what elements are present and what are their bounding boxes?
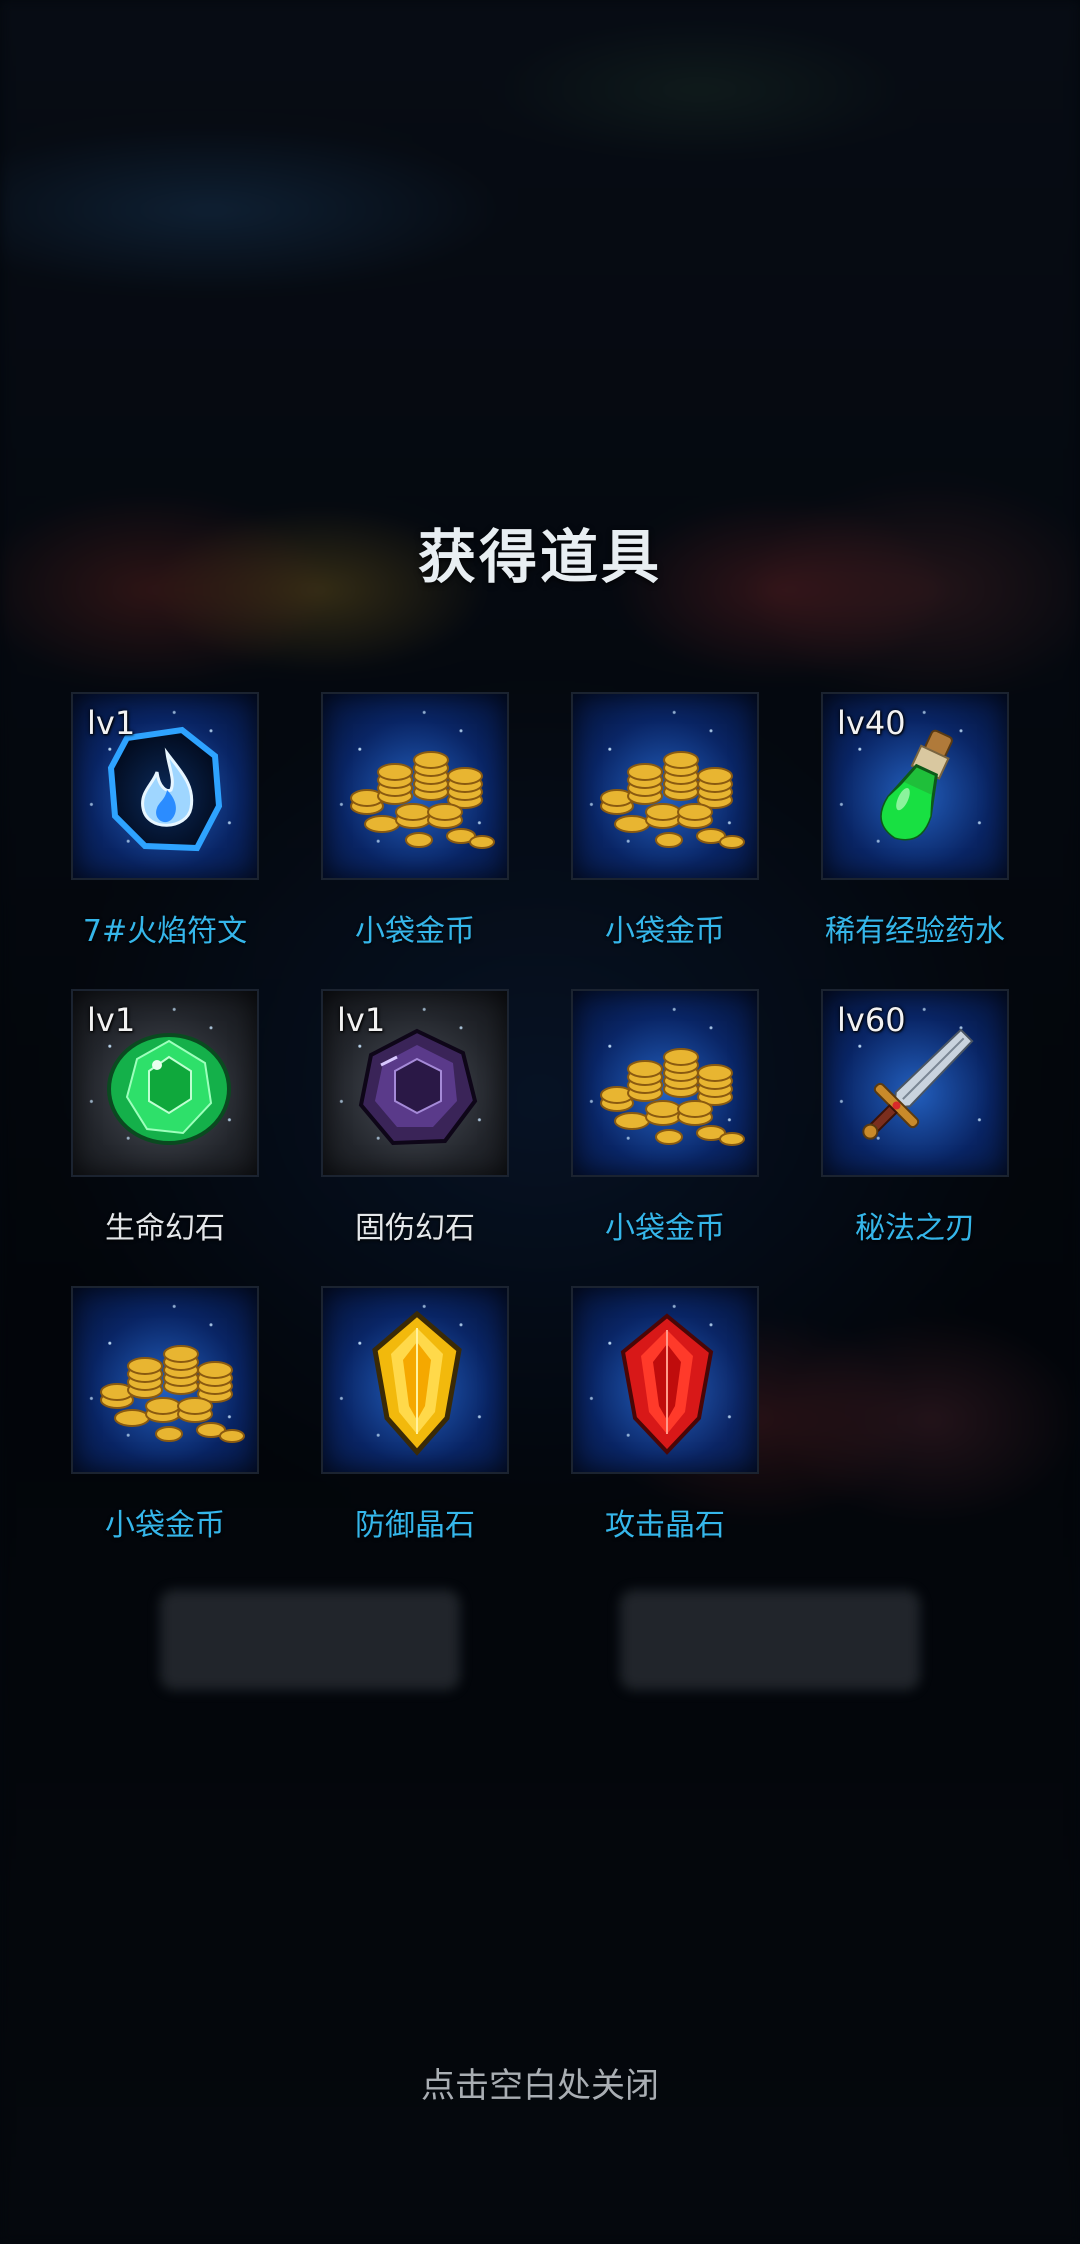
gold-coins-icon	[100, 1345, 245, 1443]
reward-item-gold-coins[interactable]: 小袋金币	[40, 1286, 290, 1544]
item-name: 小袋金币	[605, 1211, 725, 1246]
item-tile: lv1	[321, 989, 509, 1177]
item-tile: lv1	[71, 989, 259, 1177]
reward-item-gold-coins[interactable]: 小袋金币	[540, 989, 790, 1247]
item-name: 秘法之刃	[855, 1211, 975, 1246]
item-name: 稀有经验药水	[825, 914, 1005, 949]
reward-item-exp-potion[interactable]: lv40 稀有经验药水	[790, 692, 1040, 950]
close-hint[interactable]: 点击空白处关闭	[0, 2058, 1080, 2107]
item-level: lv40	[837, 704, 906, 742]
item-level: lv60	[837, 1001, 906, 1039]
item-name: 小袋金币	[605, 914, 725, 949]
item-tile	[571, 989, 759, 1177]
blurred-background-button-right	[620, 1590, 920, 1690]
item-name: 防御晶石	[355, 1508, 475, 1543]
yellow-crystal-icon	[372, 1310, 462, 1456]
reward-item-fire-rune[interactable]: lv1 7#火焰符文	[40, 692, 290, 950]
item-level: lv1	[87, 1001, 136, 1039]
gold-coins-icon	[350, 751, 495, 849]
reward-item-arcane-blade[interactable]: lv60 秘法之刃	[790, 989, 1040, 1247]
red-crystal-icon	[620, 1313, 714, 1455]
item-name: 7#火焰符文	[82, 914, 248, 949]
item-tile	[321, 1286, 509, 1474]
item-level: lv1	[337, 1001, 386, 1039]
gold-coins-icon	[600, 1048, 745, 1146]
item-tile: lv60	[821, 989, 1009, 1177]
reward-item-fixed-damage-stone[interactable]: lv1 固伤幻石	[290, 989, 540, 1247]
dialog-title: 获得道具	[417, 523, 662, 591]
item-tile	[71, 1286, 259, 1474]
item-tile	[571, 1286, 759, 1474]
gold-coins-icon	[600, 751, 745, 849]
item-tile	[321, 692, 509, 880]
item-name: 攻击晶石	[605, 1508, 725, 1543]
reward-item-gold-coins[interactable]: 小袋金币	[290, 692, 540, 950]
item-level: lv1	[87, 704, 136, 742]
item-name: 小袋金币	[355, 914, 475, 949]
reward-item-defense-crystal[interactable]: 防御晶石	[290, 1286, 540, 1544]
item-tile	[571, 692, 759, 880]
reward-item-gold-coins[interactable]: 小袋金币	[540, 692, 790, 950]
item-name: 生命幻石	[105, 1211, 225, 1246]
reward-item-life-stone[interactable]: lv1 生命幻石	[40, 989, 290, 1247]
item-tile: lv1	[71, 692, 259, 880]
blurred-background-button-left	[160, 1590, 460, 1690]
reward-item-attack-crystal[interactable]: 攻击晶石	[540, 1286, 790, 1544]
item-tile: lv40	[821, 692, 1009, 880]
item-name: 固伤幻石	[355, 1211, 475, 1246]
item-name: 小袋金币	[105, 1508, 225, 1543]
